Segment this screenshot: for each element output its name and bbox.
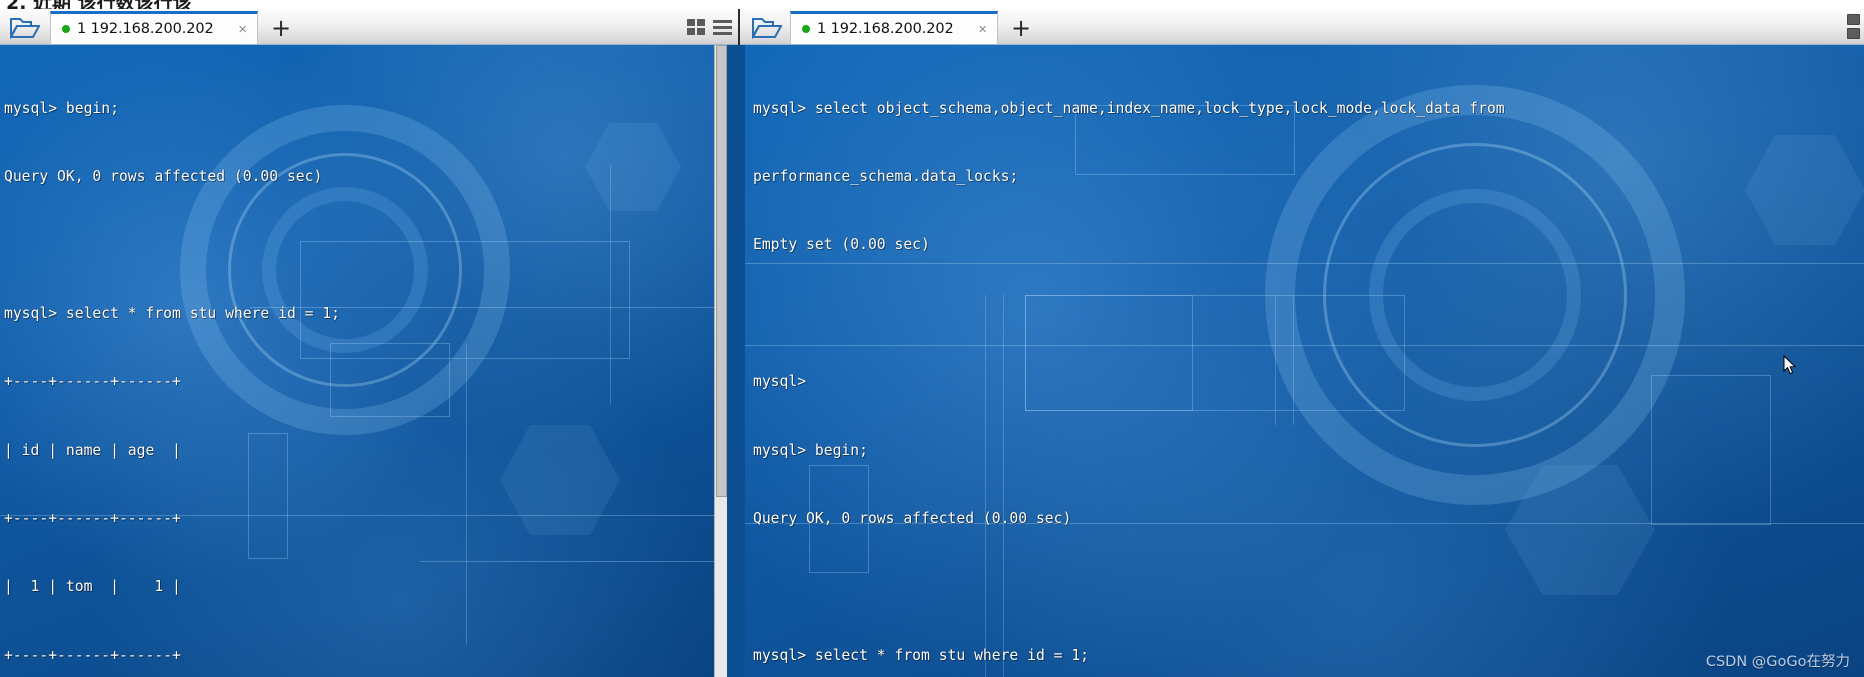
terminal-line: Query OK, 0 rows affected (0.00 sec) — [753, 509, 1072, 527]
terminal-tab-right[interactable]: 1 192.168.200.202 × — [790, 11, 998, 44]
terminal-tab-label-left: 1 192.168.200.202 — [77, 21, 214, 37]
application-toolbar: 1 192.168.200.202 × + 1 192.168.200.202 … — [0, 9, 1864, 45]
list-view-icon[interactable] — [713, 20, 732, 35]
cut-off-document-heading: 2. 近期 该行数该行该 — [0, 0, 1864, 9]
terminal-line: | id | name | age | — [4, 441, 181, 459]
terminal-line: mysql> select * from stu where id = 1; — [753, 646, 1090, 664]
terminal-line: Query OK, 0 rows affected (0.00 sec) — [4, 167, 323, 185]
terminal-line: mysql> — [753, 373, 807, 391]
terminal-line: performance_schema.data_locks; — [753, 167, 1019, 185]
terminal-tab-label-right: 1 192.168.200.202 — [817, 21, 954, 37]
terminal-pane-left[interactable]: mysql> begin; Query OK, 0 rows affected … — [0, 45, 727, 677]
terminal-output-right[interactable]: mysql> select object_schema,object_name,… — [745, 45, 1864, 677]
new-tab-button-right[interactable]: + — [1008, 16, 1034, 40]
connected-status-dot-left — [62, 25, 70, 33]
scrollbar-thumb-left[interactable] — [716, 45, 727, 497]
connected-status-dot-right — [802, 25, 810, 33]
new-tab-button-left[interactable]: + — [268, 16, 294, 40]
terminal-line: +----+------+------+ — [4, 646, 181, 664]
close-tab-icon-left[interactable]: × — [236, 22, 249, 37]
terminal-line: mysql> select object_schema,object_name,… — [753, 99, 1505, 117]
terminal-line: | 1 | tom | 1 | — [4, 578, 181, 596]
grid-view-icon[interactable] — [687, 19, 706, 36]
open-session-folder-button-left[interactable] — [2, 13, 48, 43]
terminal-line: mysql> begin; — [753, 441, 868, 459]
folder-open-icon — [10, 18, 40, 40]
minimize-window-icon[interactable] — [1847, 28, 1860, 39]
terminal-line: Empty set (0.00 sec) — [753, 236, 930, 254]
scrollbar-left[interactable] — [714, 45, 727, 677]
csdn-watermark: CSDN @GoGo在努力 — [1705, 654, 1850, 670]
toolbar-divider — [738, 9, 740, 45]
terminal-line: mysql> begin; — [4, 99, 119, 117]
window-controls[interactable] — [1847, 14, 1861, 40]
open-session-folder-button-right[interactable] — [744, 13, 790, 43]
terminal-tab-left[interactable]: 1 192.168.200.202 × — [50, 11, 258, 44]
terminal-line: +----+------+------+ — [4, 509, 181, 527]
terminal-output-left[interactable]: mysql> begin; Query OK, 0 rows affected … — [0, 45, 727, 677]
terminal-line: +----+------+------+ — [4, 373, 181, 391]
folder-open-icon — [752, 18, 782, 40]
terminal-line: mysql> select * from stu where id = 1; — [4, 304, 341, 322]
terminal-pane-right[interactable]: mysql> select object_schema,object_name,… — [745, 45, 1864, 677]
restore-window-icon[interactable] — [1847, 14, 1860, 25]
close-tab-icon-right[interactable]: × — [976, 22, 989, 37]
cut-off-heading-text: 2. 近期 该行数该行该 — [6, 0, 192, 9]
